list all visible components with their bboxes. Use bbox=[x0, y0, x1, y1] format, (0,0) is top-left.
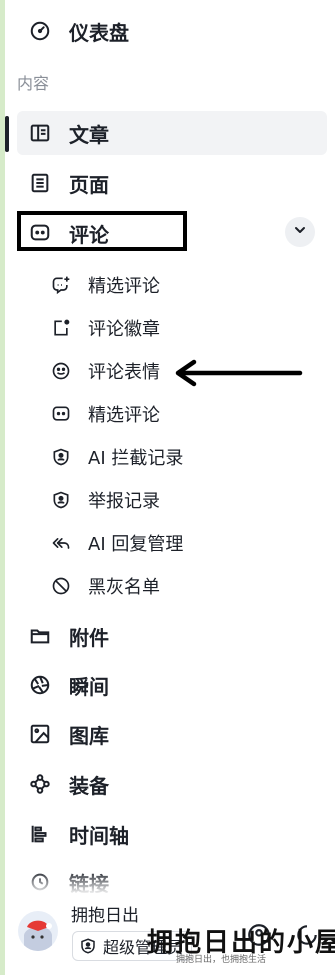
gamepad-icon bbox=[29, 773, 51, 795]
aperture-icon bbox=[29, 674, 51, 696]
annotation-arrow-icon bbox=[175, 359, 303, 387]
sidebar-subitem-report-log[interactable]: 举报记录 bbox=[50, 481, 320, 519]
sidebar-subitem-ai-reply-management[interactable]: AI 回复管理 bbox=[50, 524, 320, 562]
reply-all-icon bbox=[50, 532, 72, 554]
sidebar-subitem-blacklist[interactable]: 黑灰名单 bbox=[50, 567, 320, 605]
sidebar-item-label: 仪表盘 bbox=[69, 20, 129, 45]
dashboard-gauge-icon bbox=[29, 20, 51, 42]
sidebar-item-equipment[interactable]: 装备 bbox=[17, 762, 327, 806]
user-name: 拥抱日出 bbox=[71, 906, 139, 926]
badge-icon bbox=[50, 317, 72, 339]
sidebar-item-label: 页面 bbox=[69, 172, 109, 197]
section-title-content: 内容 bbox=[17, 74, 50, 93]
scroll-fade bbox=[5, 870, 335, 895]
pages-icon bbox=[29, 172, 51, 194]
sidebar: 仪表盘 内容 文章 页面 评论 精选评论 评论徽章 评论表情 精选评论 AI 拦… bbox=[5, 0, 335, 975]
sidebar-item-posts[interactable]: 文章 bbox=[17, 111, 327, 155]
sidebar-item-label: 文章 bbox=[69, 122, 109, 147]
posts-icon bbox=[29, 122, 51, 144]
sidebar-subitem-ai-intercept-log[interactable]: AI 拦截记录 bbox=[50, 438, 320, 476]
sidebar-subitem-featured-comments[interactable]: 精选评论 bbox=[50, 266, 320, 304]
sidebar-item-label: 瞬间 bbox=[69, 674, 109, 699]
chevron-down-icon bbox=[292, 222, 308, 242]
sidebar-item-label: 图库 bbox=[69, 723, 109, 748]
comment-icon bbox=[50, 403, 72, 425]
shield-user-icon bbox=[50, 446, 72, 468]
shield-user-icon bbox=[50, 489, 72, 511]
sidebar-subitem-comment-badges[interactable]: 评论徽章 bbox=[50, 309, 320, 347]
sidebar-item-dashboard[interactable]: 仪表盘 bbox=[17, 9, 327, 53]
image-icon bbox=[29, 723, 51, 745]
sidebar-item-label: 附件 bbox=[69, 625, 109, 650]
shield-user-icon bbox=[79, 937, 97, 955]
avatar[interactable] bbox=[18, 911, 58, 951]
comment-sparkle-icon bbox=[50, 274, 72, 296]
folder-icon bbox=[29, 625, 51, 647]
collapse-toggle-button[interactable] bbox=[285, 217, 315, 247]
sidebar-item-attachments[interactable]: 附件 bbox=[17, 614, 327, 658]
ban-icon bbox=[50, 575, 72, 597]
sidebar-item-gallery[interactable]: 图库 bbox=[17, 712, 327, 756]
sidebar-item-moments[interactable]: 瞬间 bbox=[17, 663, 327, 707]
annotation-highlight-box bbox=[17, 211, 187, 251]
sidebar-item-label: 时间轴 bbox=[69, 823, 129, 848]
sidebar-item-pages[interactable]: 页面 bbox=[17, 161, 327, 205]
sidebar-subitem-featured-comments-2[interactable]: 精选评论 bbox=[50, 395, 320, 433]
sidebar-item-label: 装备 bbox=[69, 773, 109, 798]
sidebar-item-timeline[interactable]: 时间轴 bbox=[17, 812, 327, 856]
timeline-icon bbox=[29, 823, 51, 845]
watermark-subtitle: 拥抱日出，也拥抱生活 bbox=[176, 955, 267, 965]
active-indicator bbox=[5, 116, 9, 152]
emoji-icon bbox=[50, 360, 72, 382]
